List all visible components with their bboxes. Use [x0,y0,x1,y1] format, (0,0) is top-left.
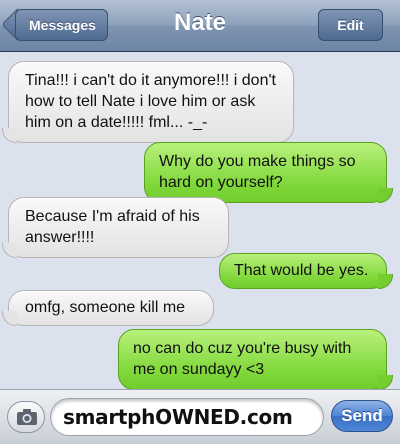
bubble-tail [378,274,393,289]
outgoing-message[interactable]: no can do cuz you're busy with me on sun… [118,329,393,390]
incoming-message[interactable]: omfg, someone kill me [2,290,214,326]
incoming-message[interactable]: Tina!!! i can't do it anymore!!! i don't… [2,61,294,143]
message-text: omfg, someone kill me [25,299,186,316]
message-input[interactable]: smartphOWNED.com [50,398,324,436]
nav-bar: Messages Nate Edit [0,0,400,52]
bubble-tail [2,311,17,326]
message-text: That would be yes. [234,262,369,279]
composer-bar: smartphOWNED.com Send [0,389,400,444]
message-text: Why do you make things so hard on yourse… [159,153,356,191]
outgoing-message[interactable]: That would be yes. [219,253,393,289]
outgoing-message[interactable]: Why do you make things so hard on yourse… [144,142,393,203]
message-text: Tina!!! i can't do it anymore!!! i don't… [25,72,276,131]
bubble-tail [2,243,17,258]
bubble-tail [378,188,393,203]
send-button[interactable]: Send [331,400,393,432]
camera-icon [17,409,37,425]
camera-button[interactable] [7,401,45,433]
message-text: Because I'm afraid of his answer!!!! [25,208,200,246]
bubble-tail [378,375,393,390]
message-text: no can do cuz you're busy with me on sun… [133,340,352,378]
bubble-tail [2,128,17,143]
incoming-message[interactable]: Because I'm afraid of his answer!!!! [2,197,229,258]
edit-button[interactable]: Edit [318,9,383,41]
